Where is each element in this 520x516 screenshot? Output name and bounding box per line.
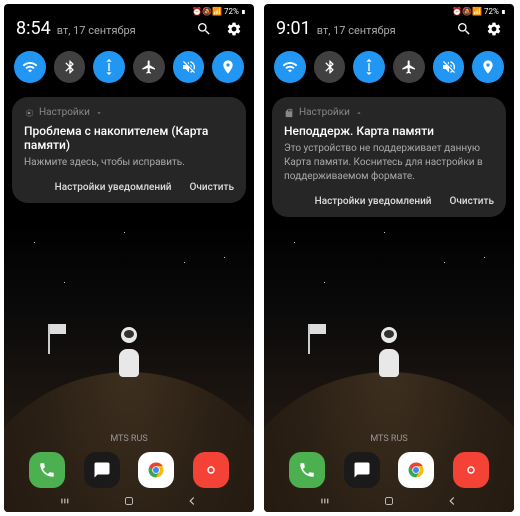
bluetooth-toggle[interactable] (314, 51, 346, 83)
notification-header: Настройки (284, 107, 494, 118)
status-actions (196, 21, 242, 37)
notification-title: Проблема с накопителем (Карта памяти) (24, 124, 234, 152)
phone-app[interactable] (29, 452, 65, 488)
settings-icon[interactable] (226, 21, 242, 37)
clock-date: вт, 17 сентября (317, 24, 396, 37)
phone-right: ⏰🔕📶72%∎ 9:01 вт, 17 сентября Настройки Не… (264, 4, 514, 512)
data-toggle[interactable] (93, 51, 125, 83)
airplane-toggle[interactable] (133, 51, 165, 83)
bluetooth-toggle[interactable] (54, 51, 86, 83)
notification-settings-action[interactable]: Настройки уведомлений (55, 182, 172, 193)
search-icon[interactable] (456, 21, 472, 37)
notification-card[interactable]: Настройки Проблема с накопителем (Карта … (12, 97, 246, 203)
quick-settings (4, 47, 254, 87)
location-toggle[interactable] (472, 51, 504, 83)
notification-title: Неподдерж. Карта памяти (284, 124, 494, 138)
notification-card[interactable]: Настройки Неподдерж. Карта памяти Это ус… (272, 97, 506, 217)
camera-app[interactable] (193, 452, 229, 488)
data-toggle[interactable] (353, 51, 385, 83)
recents-button[interactable] (319, 494, 333, 508)
clock-date: вт, 17 сентября (57, 24, 136, 37)
notification-actions: Настройки уведомлений Очистить (24, 182, 234, 193)
status-actions (456, 21, 502, 37)
back-button[interactable] (445, 494, 459, 508)
clock-time: 9:01 (276, 18, 311, 39)
wifi-toggle[interactable] (14, 51, 46, 83)
mute-toggle[interactable] (173, 51, 205, 83)
tiny-status-icons: ⏰🔕📶72%∎ (192, 7, 246, 16)
chevron-up-icon (355, 109, 363, 117)
home-button[interactable] (382, 494, 396, 508)
astronaut (111, 327, 147, 377)
dock (4, 452, 254, 488)
sd-card-icon (284, 108, 294, 118)
chrome-app[interactable] (138, 452, 174, 488)
clock-time: 8:54 (16, 18, 51, 39)
nav-bar (264, 490, 514, 512)
notification-clear-action[interactable]: Очистить (190, 182, 234, 193)
gear-icon (24, 108, 34, 118)
notification-app-name: Настройки (39, 107, 90, 118)
notification-actions: Настройки уведомлений Очистить (284, 196, 494, 207)
messages-app[interactable] (344, 452, 380, 488)
phone-left: ⏰🔕📶72%∎ 8:54 вт, 17 сентября Настройки Пр… (4, 4, 254, 512)
location-toggle[interactable] (212, 51, 244, 83)
chrome-app[interactable] (398, 452, 434, 488)
notification-settings-action[interactable]: Настройки уведомлений (315, 196, 432, 207)
dock (264, 452, 514, 488)
search-icon[interactable] (196, 21, 212, 37)
recents-button[interactable] (59, 494, 73, 508)
mute-toggle[interactable] (433, 51, 465, 83)
phone-app[interactable] (289, 452, 325, 488)
notification-header: Настройки (24, 107, 234, 118)
quick-settings (264, 47, 514, 87)
tiny-status-icons: ⏰🔕📶72%∎ (452, 7, 506, 16)
time-date: 8:54 вт, 17 сентября (16, 18, 136, 39)
notification-app-name: Настройки (299, 107, 350, 118)
flag (48, 324, 50, 354)
notification-body: Нажмите здесь, чтобы исправить. (24, 156, 234, 170)
airplane-toggle[interactable] (393, 51, 425, 83)
camera-app[interactable] (453, 452, 489, 488)
carrier-label: MTS RUS (4, 434, 254, 444)
settings-icon[interactable] (486, 21, 502, 37)
wifi-toggle[interactable] (274, 51, 306, 83)
notification-clear-action[interactable]: Очистить (450, 196, 494, 207)
notification-body: Это устройство не поддерживает данную Ка… (284, 142, 494, 184)
nav-bar (4, 490, 254, 512)
astronaut (371, 327, 407, 377)
messages-app[interactable] (84, 452, 120, 488)
chevron-down-icon (95, 109, 103, 117)
time-date: 9:01 вт, 17 сентября (276, 18, 396, 39)
flag (308, 324, 310, 354)
home-button[interactable] (122, 494, 136, 508)
back-button[interactable] (185, 494, 199, 508)
carrier-label: MTS RUS (264, 434, 514, 444)
